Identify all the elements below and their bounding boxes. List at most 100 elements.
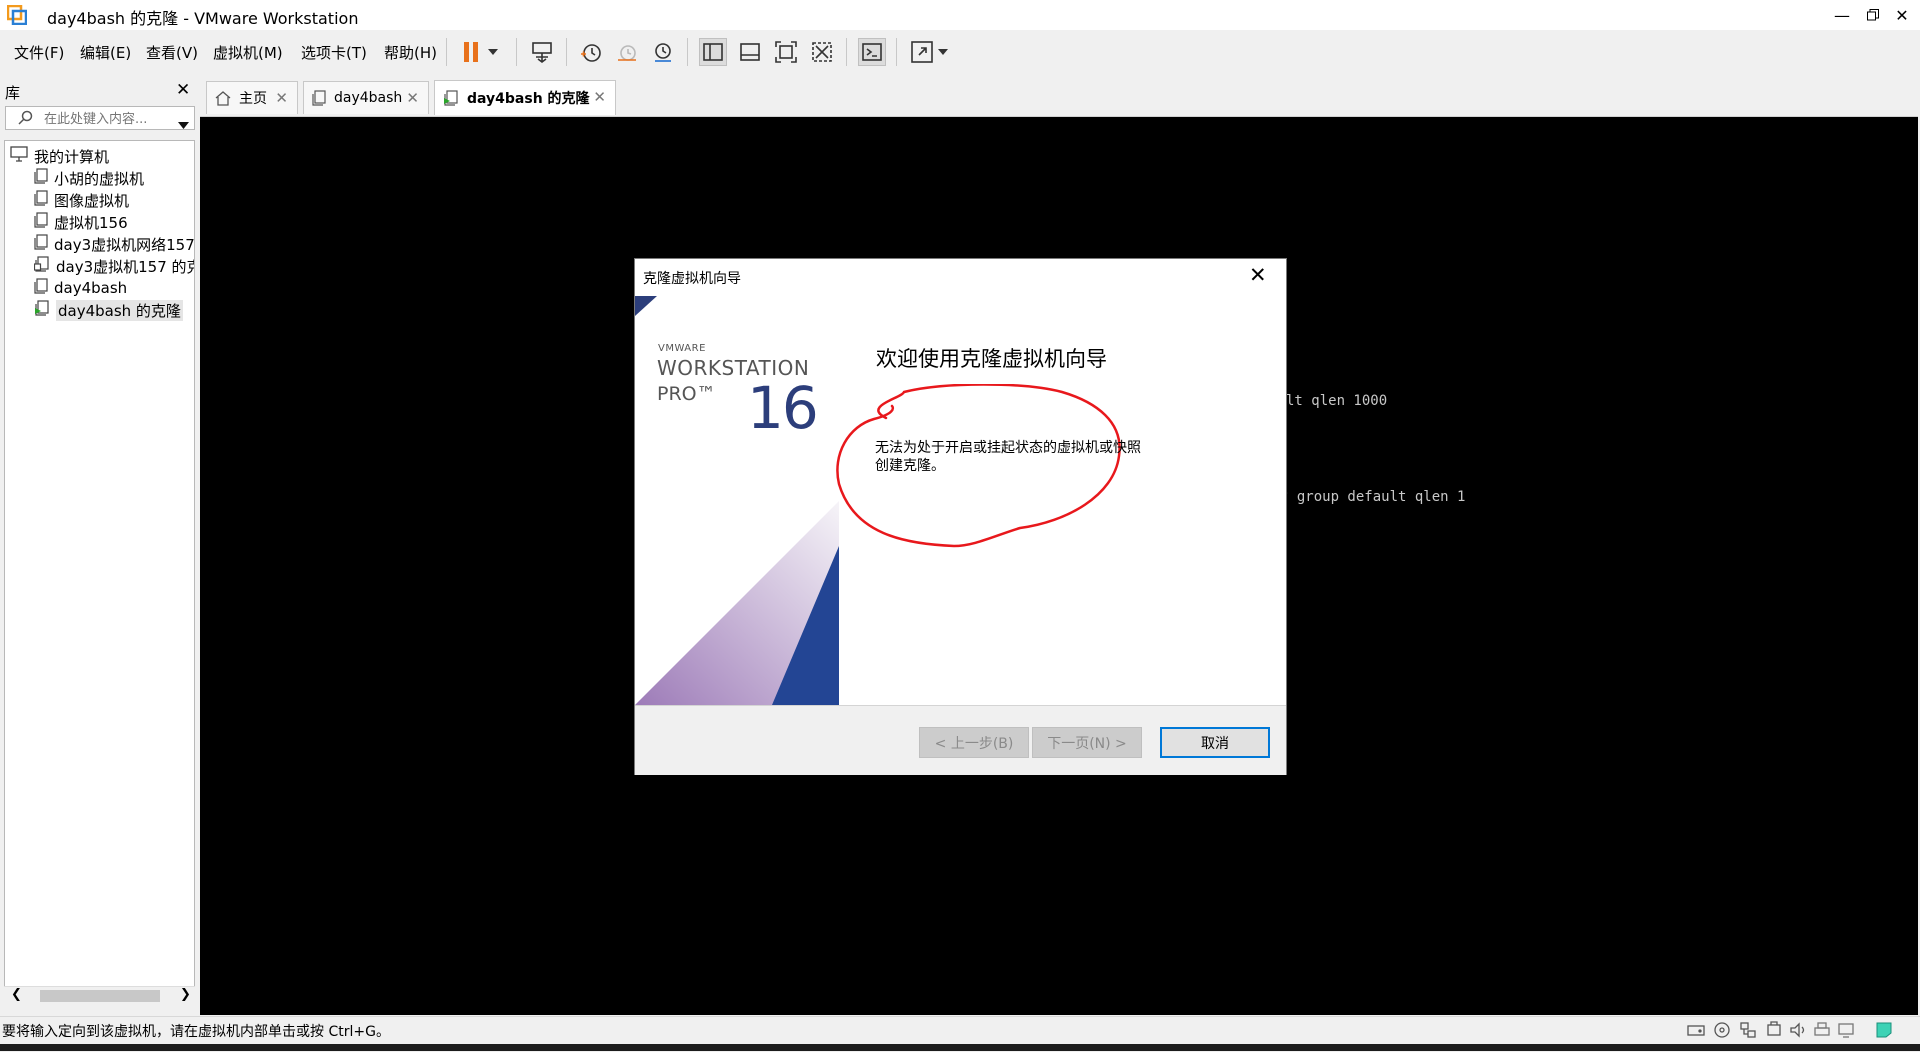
toolbar-separator (896, 38, 897, 66)
hard-disk-icon[interactable] (1686, 1020, 1706, 1040)
display-icon[interactable] (1836, 1020, 1856, 1040)
usb-device-icon[interactable] (1764, 1020, 1784, 1040)
vm-icon (34, 278, 48, 298)
menu-vm[interactable]: 虚拟机(M) (213, 42, 283, 63)
brand-small-label: VMWARE (658, 343, 706, 354)
toolbar-separator (846, 38, 847, 66)
menu-view[interactable]: 查看(V) (146, 42, 198, 63)
tree-item-label: day3虚拟机157 的克隆 (56, 257, 194, 276)
title-bar: day4bash 的克隆 - VMware Workstation — ✕ (0, 0, 1920, 30)
library-search-input[interactable] (42, 109, 172, 129)
clone-wizard-dialog: 克隆虚拟机向导 ✕ VMWARE WORKSTATION PRO™ 16 欢迎使… (634, 258, 1287, 775)
vm-running-icon (443, 90, 459, 106)
vm-clone-icon (33, 256, 50, 276)
back-button[interactable]: < 上一步(B) (919, 727, 1029, 758)
status-text: 要将输入定向到该虚拟机，请在虚拟机内部单击或按 Ctrl+G。 (2, 1024, 390, 1040)
thumbnail-bar-icon[interactable] (736, 38, 764, 66)
menu-help[interactable]: 帮助(H) (384, 42, 437, 63)
red-circle-annotation (836, 384, 1121, 548)
tree-item-vm[interactable]: day3虚拟机网络157 (34, 233, 195, 255)
tab-home[interactable]: 主页 ✕ (206, 81, 298, 114)
menu-tabs[interactable]: 选项卡(T) (301, 42, 367, 63)
vm-running-icon (34, 300, 50, 320)
menu-file[interactable]: 文件(F) (14, 42, 64, 63)
revert-snapshot-icon[interactable] (613, 38, 641, 66)
toolbar-separator (516, 38, 517, 66)
brand-edition-label: PRO™ (657, 383, 716, 405)
close-dialog-icon[interactable]: ✕ (1249, 263, 1267, 287)
stretch-icon[interactable] (908, 38, 936, 66)
menu-edit[interactable]: 编辑(E) (80, 42, 131, 63)
tree-item-label: 小胡的虚拟机 (54, 169, 145, 188)
printer-icon[interactable] (1812, 1020, 1832, 1040)
computer-icon (10, 146, 28, 166)
network-adapter-icon[interactable] (1738, 1020, 1758, 1040)
vm-tree: 我的计算机 小胡的虚拟机 图像虚拟机 虚拟机156 day3虚拟机网络157 d… (4, 140, 195, 1000)
library-panel: 库 ✕ 我的计算机 小胡的虚拟机 图像虚拟机 虚拟机156 day3虚拟机网络 (0, 74, 198, 1016)
console-output-line: ? group default qlen 1 (1280, 489, 1466, 505)
send-ctrl-alt-del-icon[interactable] (528, 38, 556, 66)
tree-item-label: 图像虚拟机 (54, 191, 130, 210)
tree-item-label: 虚拟机156 (54, 213, 128, 232)
tree-item-label: day4bash (54, 279, 128, 297)
menu-bar: 文件(F) 编辑(E) 查看(V) 虚拟机(M) 选项卡(T) 帮助(H) (0, 30, 1920, 72)
dialog-heading: 欢迎使用克隆虚拟机向导 (876, 347, 1107, 371)
tree-item-label: day3虚拟机网络157 (54, 235, 195, 254)
search-dropdown-icon[interactable] (178, 115, 189, 133)
sound-card-icon[interactable] (1788, 1020, 1808, 1040)
tree-item-vm[interactable]: 小胡的虚拟机 (34, 167, 144, 189)
brand-version-label: 16 (747, 374, 819, 442)
show-library-icon[interactable] (699, 38, 727, 66)
tab-vm[interactable]: day4bash ✕ (303, 81, 429, 114)
console-output-line: lt qlen 1000 (1286, 393, 1388, 409)
close-tab-icon[interactable]: ✕ (406, 89, 419, 107)
message-log-icon[interactable] (1874, 1020, 1894, 1040)
tree-item-vm[interactable]: day4bash (34, 277, 127, 299)
toolbar-separator (687, 38, 688, 66)
scrollbar-thumb[interactable] (40, 990, 160, 1002)
tree-item-vm[interactable]: 虚拟机156 (34, 211, 128, 233)
cancel-button[interactable]: 取消 (1160, 727, 1270, 758)
close-window-button[interactable]: ✕ (1882, 0, 1920, 30)
cd-dvd-icon[interactable] (1712, 1020, 1732, 1040)
library-search-box[interactable] (5, 106, 195, 130)
toolbar-separator (446, 38, 447, 66)
scroll-right-icon[interactable]: ❯ (180, 987, 191, 1002)
tree-root-label: 我的计算机 (34, 147, 110, 166)
power-dropdown-icon[interactable] (486, 38, 500, 66)
library-horizontal-scrollbar[interactable]: ❮ ❯ (4, 986, 195, 1004)
tree-item-vm[interactable]: day3虚拟机157 的克隆 (33, 255, 194, 277)
dialog-message: 无法为处于开启或挂起状态的虚拟机或快照创建克隆。 (875, 440, 1141, 474)
vm-icon (312, 90, 326, 106)
snapshot-manager-icon[interactable] (649, 38, 677, 66)
vmware-app-icon (6, 4, 28, 26)
vmware-banner: VMWARE WORKSTATION PRO™ 16 (635, 296, 839, 705)
tab-label: day4bash 的克隆 (467, 91, 590, 107)
tree-item-vm-selected[interactable]: day4bash 的克隆 (34, 299, 183, 321)
toolbar-separator (566, 38, 567, 66)
window-title: day4bash 的克隆 - VMware Workstation (47, 9, 359, 28)
close-library-icon[interactable]: ✕ (176, 80, 190, 100)
console-view-icon[interactable] (858, 38, 886, 66)
stretch-dropdown-icon[interactable] (936, 38, 950, 66)
pause-icon[interactable] (458, 38, 486, 66)
home-icon (215, 90, 231, 106)
snapshot-icon[interactable] (577, 38, 605, 66)
vm-icon (34, 190, 48, 210)
vm-icon (34, 168, 48, 188)
vm-icon (34, 234, 48, 254)
search-icon (18, 110, 34, 130)
close-tab-icon[interactable]: ✕ (275, 89, 288, 107)
tree-item-vm[interactable]: 图像虚拟机 (34, 189, 129, 211)
library-title: 库 (5, 84, 21, 102)
tree-root-my-computer[interactable]: 我的计算机 (10, 145, 109, 167)
scroll-left-icon[interactable]: ❮ (11, 987, 22, 1002)
unity-icon[interactable] (808, 38, 836, 66)
close-tab-icon[interactable]: ✕ (593, 88, 606, 106)
next-button[interactable]: 下一页(N) > (1032, 727, 1142, 758)
tab-label: day4bash (334, 90, 403, 106)
full-screen-icon[interactable] (772, 38, 800, 66)
tab-vm-clone-active[interactable]: day4bash 的克隆 ✕ (434, 80, 616, 115)
tab-label: 主页 (239, 91, 267, 107)
tab-bar: 主页 ✕ day4bash ✕ day4bash 的克隆 ✕ (200, 74, 1920, 117)
